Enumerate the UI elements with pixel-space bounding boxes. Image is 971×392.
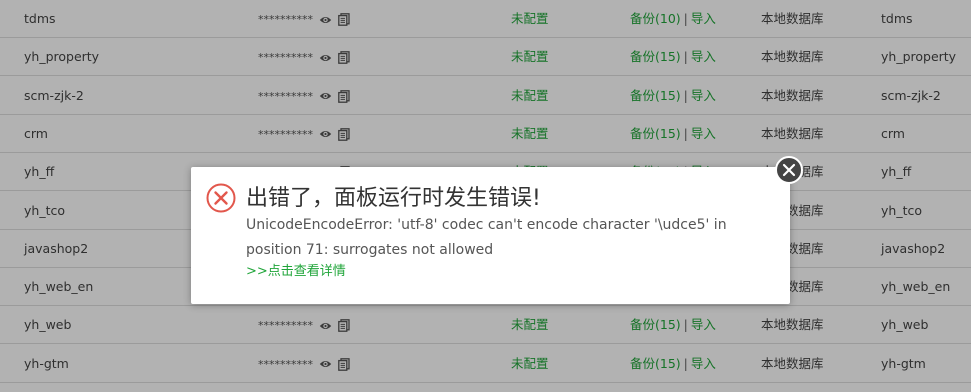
error-title: 出错了，面板运行时发生错误! (246, 186, 541, 211)
close-icon (782, 163, 796, 177)
error-dialog: 出错了，面板运行时发生错误! UnicodeEncodeError: 'utf-… (191, 167, 790, 304)
close-dialog-button[interactable] (775, 156, 803, 184)
view-details-link[interactable]: >>点击查看详情 (246, 263, 346, 281)
error-icon (206, 183, 236, 213)
error-message: UnicodeEncodeError: 'utf-8' codec can't … (246, 217, 727, 258)
